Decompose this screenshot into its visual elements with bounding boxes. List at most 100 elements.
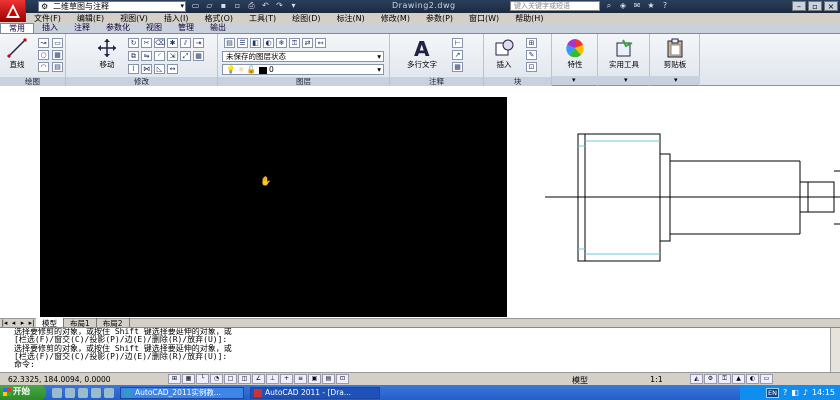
explorer-icon[interactable] — [65, 387, 75, 398]
subscription-icon[interactable]: ◈ — [618, 1, 628, 11]
menu-draw[interactable]: 绘图(D) — [284, 13, 328, 24]
layer-properties-icon[interactable]: ▤ — [224, 38, 235, 48]
communication-icon[interactable]: ✉ — [632, 1, 642, 11]
favorites-icon[interactable]: ★ — [646, 1, 656, 11]
close-button[interactable]: × — [824, 1, 838, 11]
clipboard-button[interactable]: 剪贴板 — [654, 37, 696, 70]
offset-icon[interactable]: ⫽ — [180, 38, 191, 48]
panel-draw-label[interactable]: 绘图 — [0, 77, 65, 86]
layer-isolate-icon[interactable]: ◧ — [250, 38, 261, 48]
dyn-toggle[interactable]: + — [280, 374, 293, 384]
open-file-icon[interactable]: ▱ — [204, 1, 215, 11]
explode-icon[interactable]: ✱ — [167, 38, 178, 48]
transparency-toggle[interactable]: ▣ — [308, 374, 321, 384]
taskbar-item-autocad[interactable]: AutoCAD 2011 - [Dra... — [250, 386, 380, 399]
last-tab-icon[interactable]: ▸| — [27, 319, 36, 327]
layer-lock-icon[interactable]: ⚿ — [289, 38, 300, 48]
redo-icon[interactable]: ↷ — [274, 1, 285, 11]
panel-block-label[interactable]: 块 — [484, 77, 551, 86]
layer-previous-icon[interactable]: ↤ — [315, 38, 326, 48]
polyline-icon[interactable]: ↝ — [38, 38, 49, 48]
start-button[interactable]: 开始 — [0, 385, 46, 400]
command-prompt[interactable]: 命令: — [14, 360, 840, 369]
volume-icon[interactable]: ♪ — [803, 388, 808, 397]
app-icon[interactable] — [104, 387, 114, 398]
help-icon[interactable]: ? — [660, 1, 670, 11]
create-block-icon[interactable]: ⊞ — [526, 38, 537, 48]
minimize-button[interactable]: – — [792, 1, 806, 11]
hardware-accel-icon[interactable]: ▲ — [732, 374, 745, 384]
isolate-objects-icon[interactable]: ◐ — [746, 374, 759, 384]
linear-dimension-icon[interactable]: ⊢ — [452, 38, 463, 48]
annotation-scale[interactable]: 1:1 — [650, 375, 663, 384]
chamfer-icon[interactable]: ◺ — [154, 64, 165, 74]
rotate-icon[interactable]: ↻ — [128, 38, 139, 48]
layer-state-combo[interactable]: 未保存的图层状态 ▾ — [222, 51, 384, 62]
prev-tab-icon[interactable]: ◂ — [9, 319, 18, 327]
properties-button[interactable]: 特性 — [558, 37, 592, 70]
osnap-toggle[interactable]: □ — [224, 374, 237, 384]
hatch-icon[interactable]: ▦ — [52, 50, 63, 60]
menu-help[interactable]: 帮助(H) — [507, 13, 551, 24]
table-insert-icon[interactable]: ▦ — [452, 62, 463, 72]
menu-dimension[interactable]: 标注(N) — [329, 13, 373, 24]
taskbar-item-tutorial[interactable]: AutoCAD_2011实例教... — [120, 386, 244, 399]
clean-screen-icon[interactable]: ▭ — [760, 374, 773, 384]
grid-toggle[interactable]: ▦ — [182, 374, 195, 384]
annotation-visibility-icon[interactable]: ◭ — [690, 374, 703, 384]
menu-tools[interactable]: 工具(T) — [241, 13, 284, 24]
maximize-button[interactable]: ▫ — [808, 1, 822, 11]
break-icon[interactable]: ⌇ — [128, 64, 139, 74]
scale-icon[interactable]: ⤢ — [180, 51, 191, 61]
edit-block-icon[interactable]: ✎ — [526, 50, 537, 60]
lineweight-toggle[interactable]: ≡ — [294, 374, 307, 384]
fillet-icon[interactable]: ◜ — [154, 51, 165, 61]
ducs-toggle[interactable]: ⊥ — [266, 374, 279, 384]
panel-annotation-label[interactable]: 注释 — [390, 77, 483, 86]
insert-block-button[interactable]: 插入 — [488, 37, 520, 70]
table-icon[interactable]: ▤ — [52, 62, 63, 72]
menu-window[interactable]: 窗口(W) — [461, 13, 507, 24]
first-tab-icon[interactable]: |◂ — [0, 319, 9, 327]
lock-icon[interactable]: ⚿ — [718, 374, 731, 384]
tab-output[interactable]: 输出 — [202, 23, 234, 33]
media-icon[interactable] — [78, 387, 88, 398]
layer-off-icon[interactable]: ◐ — [263, 38, 274, 48]
array-icon[interactable]: ▦ — [193, 51, 204, 61]
qat-dropdown-icon[interactable]: ▾ — [288, 1, 299, 11]
arc-icon[interactable]: ◠ — [38, 62, 49, 72]
attribute-icon[interactable]: ⊡ — [526, 62, 537, 72]
tab-insert[interactable]: 插入 — [34, 23, 66, 33]
join-icon[interactable]: ⋈ — [141, 64, 152, 74]
tab-view[interactable]: 视图 — [138, 23, 170, 33]
command-line[interactable]: 选择要修剪的对象，或按住 Shift 键选择要延伸的对象，或 [栏选(F)/窗交… — [0, 327, 840, 372]
help-tray-icon[interactable]: ? — [783, 388, 787, 397]
undo-icon[interactable]: ↶ — [260, 1, 271, 11]
save-icon[interactable]: ▪ — [218, 1, 229, 11]
trim-icon[interactable]: ✂ — [141, 38, 152, 48]
print-icon[interactable]: ⎙ — [246, 1, 257, 11]
ortho-toggle[interactable]: └ — [196, 374, 209, 384]
tab-manage[interactable]: 管理 — [170, 23, 202, 33]
rectangle-icon[interactable]: ▭ — [52, 38, 63, 48]
new-file-icon[interactable]: ▭ — [190, 1, 201, 11]
ie-icon[interactable] — [52, 387, 62, 398]
save-as-icon[interactable]: ▫ — [232, 1, 243, 11]
layer-freeze-icon[interactable]: ❄ — [276, 38, 287, 48]
move-button[interactable]: 移动 — [92, 37, 122, 70]
next-tab-icon[interactable]: ▸ — [18, 319, 27, 327]
search-input[interactable]: 键入关键字或短语 — [510, 1, 600, 11]
selection-cycling-toggle[interactable]: ⊡ — [336, 374, 349, 384]
utilities-expand-icon[interactable]: ▾ — [624, 76, 628, 85]
language-indicator[interactable]: EN — [766, 387, 780, 398]
binoculars-icon[interactable]: ⌕ — [604, 1, 614, 11]
network-icon[interactable]: ◧ — [791, 388, 799, 397]
layer-state-icon[interactable]: ☰ — [237, 38, 248, 48]
otrack-toggle[interactable]: ∠ — [252, 374, 265, 384]
panel-modify-label[interactable]: 修改 — [66, 77, 217, 86]
erase-icon[interactable]: ⌫ — [154, 38, 165, 48]
layer-match-icon[interactable]: ⇄ — [302, 38, 313, 48]
snap-toggle[interactable]: ⊞ — [168, 374, 181, 384]
tab-parametric[interactable]: 参数化 — [98, 23, 138, 33]
clipboard-expand-icon[interactable]: ▾ — [674, 76, 678, 85]
